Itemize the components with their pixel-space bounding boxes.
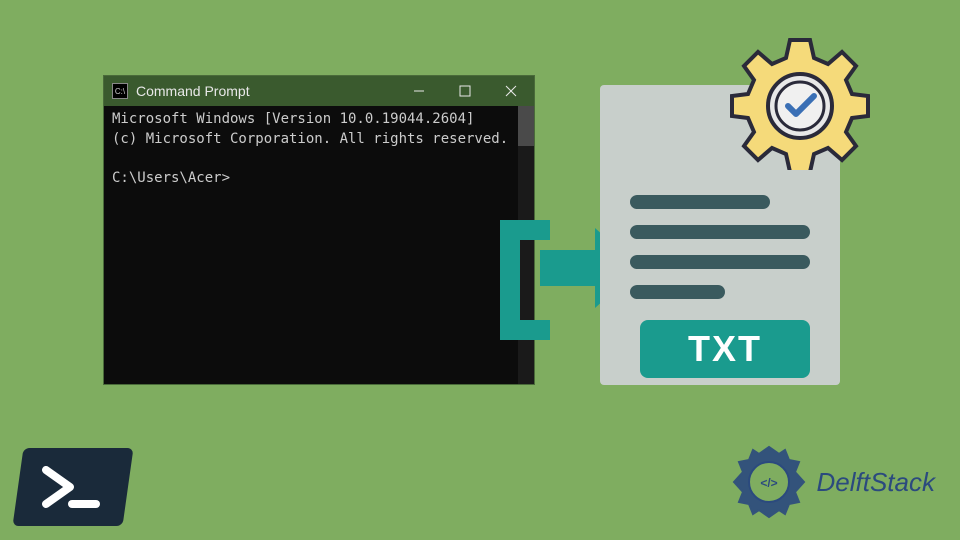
powershell-icon (13, 448, 134, 526)
cmd-output-line: (c) Microsoft Corporation. All rights re… (112, 130, 526, 150)
command-prompt-window: C:\ Command Prompt Microsoft Windows [Ve… (103, 75, 535, 385)
close-button[interactable] (488, 76, 534, 106)
cmd-body[interactable]: Microsoft Windows [Version 10.0.19044.26… (104, 106, 534, 384)
delftstack-logo: </> DelftStack (729, 442, 936, 522)
doc-text-line (630, 225, 810, 239)
cmd-titlebar[interactable]: C:\ Command Prompt (104, 76, 534, 106)
minimize-button[interactable] (396, 76, 442, 106)
maximize-button[interactable] (442, 76, 488, 106)
svg-text:</>: </> (760, 476, 777, 490)
delftstack-emblem-icon: </> (729, 442, 809, 522)
cmd-prompt: C:\Users\Acer> (112, 169, 526, 189)
doc-text-line (630, 285, 725, 299)
delftstack-text: DelftStack (817, 467, 936, 498)
window-controls (396, 76, 534, 106)
cmd-app-icon: C:\ (112, 83, 128, 99)
doc-text-line (630, 195, 770, 209)
gear-checkmark-icon (730, 30, 870, 170)
doc-text-line (630, 255, 810, 269)
cmd-blank-line (112, 149, 526, 169)
cmd-scrollthumb[interactable] (518, 106, 534, 146)
txt-label: TXT (688, 328, 762, 370)
cmd-output-line: Microsoft Windows [Version 10.0.19044.26… (112, 110, 526, 130)
arrow-icon (540, 250, 595, 291)
cmd-window-title: Command Prompt (136, 83, 396, 99)
txt-badge: TXT (640, 320, 810, 378)
